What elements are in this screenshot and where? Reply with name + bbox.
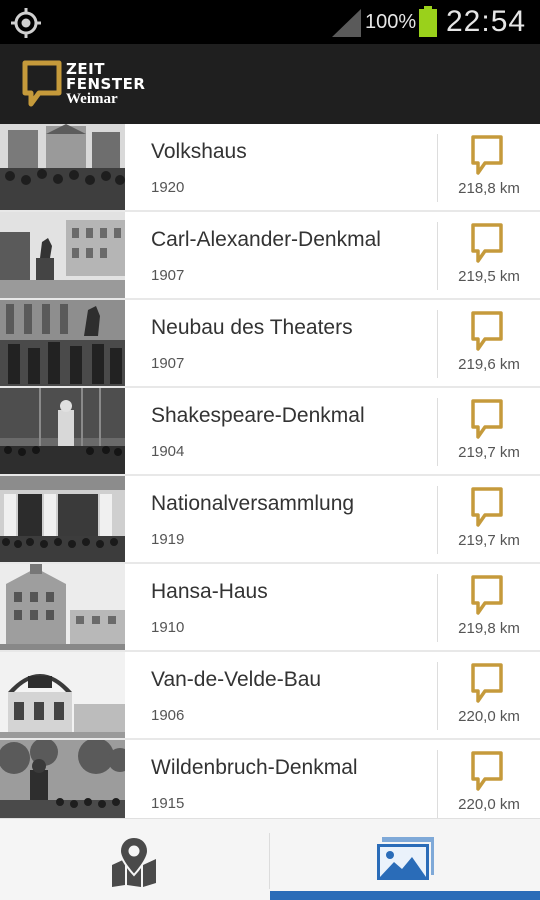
signal-icon [332, 9, 361, 37]
place-photo [0, 212, 125, 298]
place-distance: 220,0 km [458, 796, 520, 813]
place-photo [0, 740, 125, 818]
battery-icon [419, 6, 437, 37]
list-item[interactable]: Shakespeare-Denkmal 1904 219,7 km [0, 388, 540, 476]
speech-bubble-pin-icon [471, 223, 503, 263]
place-title: Hansa-Haus [151, 580, 268, 603]
place-distance: 219,6 km [458, 356, 520, 373]
place-photo [0, 476, 125, 562]
place-distance: 218,8 km [458, 180, 520, 197]
speech-bubble-pin-icon [471, 663, 503, 703]
list-item[interactable]: Wildenbruch-Denkmal 1915 220,0 km [0, 740, 540, 818]
place-photo [0, 652, 125, 738]
place-distance: 220,0 km [458, 708, 520, 725]
bottom-tab-bar [0, 818, 540, 900]
speech-bubble-pin-icon [471, 399, 503, 439]
image-gallery-icon [375, 837, 434, 882]
place-year: 1907 [151, 355, 185, 372]
tab-gallery[interactable] [270, 819, 540, 900]
list-item[interactable]: Van-de-Velde-Bau 1906 220,0 km [0, 652, 540, 740]
list-item[interactable]: Hansa-Haus 1910 219,8 km [0, 564, 540, 652]
place-photo [0, 300, 125, 386]
status-bar: 100% 22:54 [0, 0, 540, 44]
place-year: 1906 [151, 707, 185, 724]
place-title: Shakespeare-Denkmal [151, 404, 365, 427]
logo-text-fenster: FENSTER [66, 75, 146, 93]
place-year: 1907 [151, 267, 185, 284]
speech-bubble-pin-icon [471, 487, 503, 527]
battery-percent: 100% [365, 11, 417, 33]
place-year: 1904 [151, 443, 185, 460]
place-distance: 219,7 km [458, 532, 520, 549]
logo-text-weimar: Weimar [66, 91, 118, 107]
list-item[interactable]: Carl-Alexander-Denkmal 1907 219,5 km [0, 212, 540, 300]
speech-bubble-pin-icon [471, 311, 503, 351]
list-item[interactable]: Volkshaus 1920 218,8 km [0, 124, 540, 212]
gps-icon [11, 8, 41, 38]
place-title: Neubau des Theaters [151, 316, 353, 339]
place-year: 1919 [151, 531, 185, 548]
map-pin-icon [112, 835, 156, 887]
place-year: 1910 [151, 619, 185, 636]
list-item[interactable]: Nationalversammlung 1919 219,7 km [0, 476, 540, 564]
place-title: Van-de-Velde-Bau [151, 668, 322, 691]
place-photo [0, 388, 125, 474]
place-year: 1920 [151, 179, 185, 196]
place-distance: 219,8 km [458, 620, 520, 637]
clock: 22:54 [446, 5, 527, 38]
list-item[interactable]: Neubau des Theaters 1907 219,6 km [0, 300, 540, 388]
place-title: Volkshaus [151, 140, 247, 163]
place-distance: 219,5 km [458, 268, 520, 285]
places-list[interactable]: Volkshaus 1920 218,8 km Carl-Alexander-Denk… [0, 124, 540, 818]
speech-bubble-logo-icon [22, 60, 62, 107]
speech-bubble-pin-icon [471, 751, 503, 791]
selected-tab-indicator [270, 891, 540, 900]
app-bar: ZEIT FENSTER Weimar [0, 44, 540, 124]
place-photo [0, 564, 125, 650]
app-logo[interactable]: ZEIT FENSTER Weimar [22, 60, 152, 112]
place-title: Wildenbruch-Denkmal [151, 756, 358, 779]
tab-map[interactable] [0, 819, 270, 900]
place-title: Carl-Alexander-Denkmal [151, 228, 381, 251]
place-distance: 219,7 km [458, 444, 520, 461]
place-title: Nationalversammlung [151, 492, 355, 515]
place-photo [0, 124, 125, 210]
place-year: 1915 [151, 795, 185, 812]
speech-bubble-pin-icon [471, 575, 503, 615]
speech-bubble-pin-icon [471, 135, 503, 175]
